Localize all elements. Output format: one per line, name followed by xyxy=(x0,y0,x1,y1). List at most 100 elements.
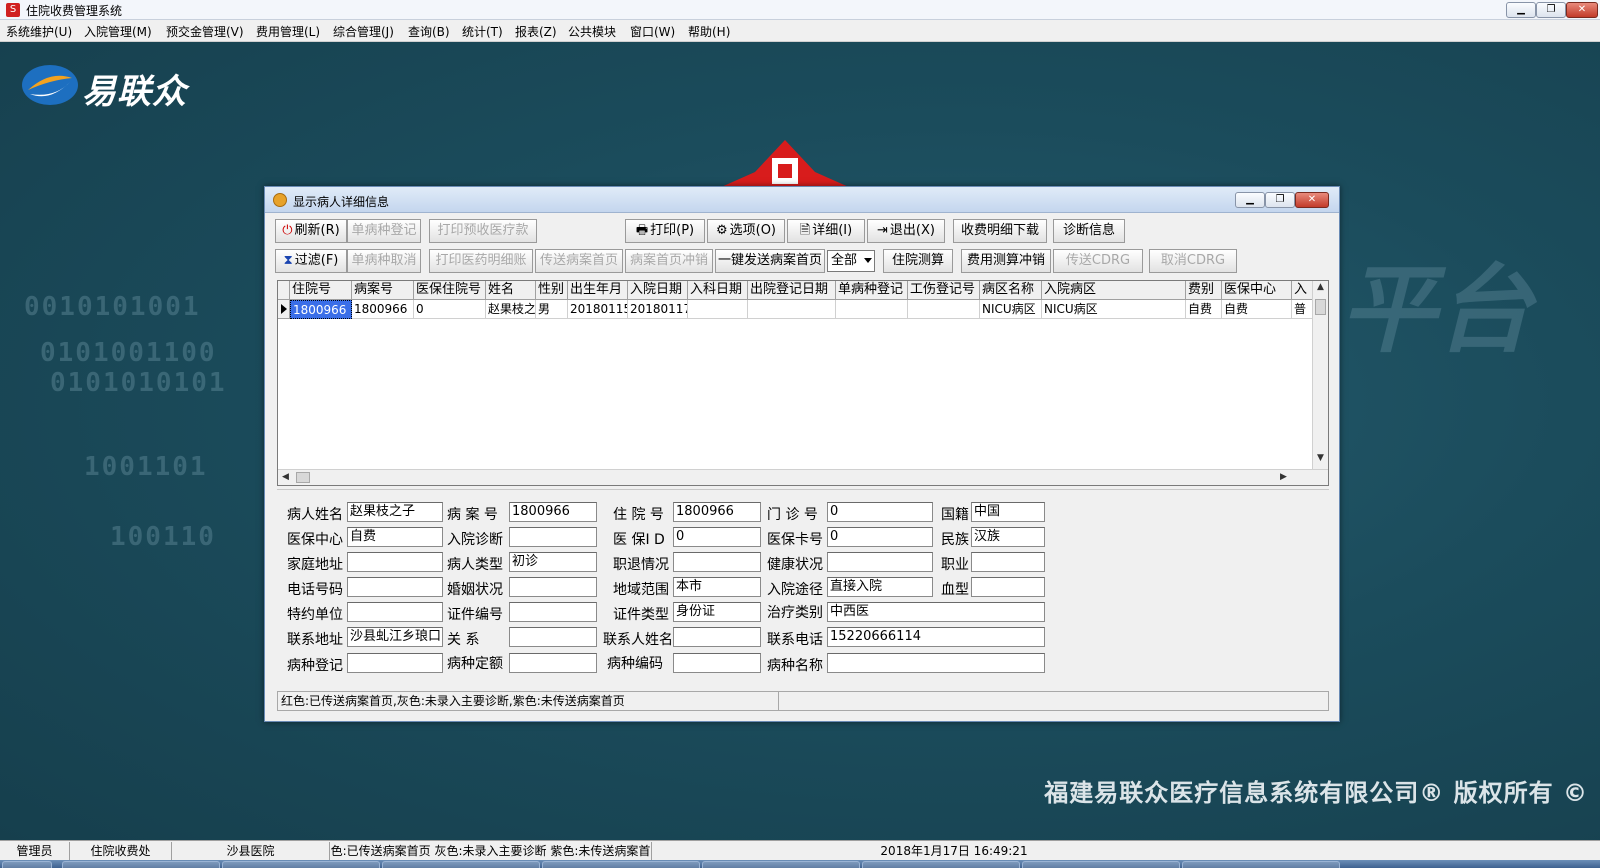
dialog-maximize-button[interactable]: ❐ xyxy=(1265,192,1295,208)
single-disease-cancel-button[interactable]: 单病种取消 xyxy=(347,249,421,273)
fee-download-button[interactable]: 收费明细下载 xyxy=(953,219,1047,243)
contact-address-field[interactable]: 沙县虬江乡琅口 xyxy=(347,627,443,647)
patient-name-field[interactable]: 赵果枝之子 xyxy=(347,502,443,522)
grid-cell[interactable]: 自费 xyxy=(1222,300,1292,319)
menu-general[interactable]: 综合管理(J) xyxy=(333,23,394,40)
insurance-center-field[interactable]: 自费 xyxy=(347,527,443,547)
horizontal-scroll-thumb[interactable] xyxy=(296,472,310,483)
cancel-cdrg-button[interactable]: 取消CDRG xyxy=(1149,249,1237,273)
column-header[interactable]: 入院日期 xyxy=(628,281,688,300)
column-header[interactable]: 病案号 xyxy=(352,281,414,300)
grid-cell[interactable] xyxy=(748,300,836,319)
grid-cell[interactable]: 20180115 xyxy=(568,300,628,319)
column-header[interactable]: 医保住院号 xyxy=(414,281,486,300)
disease-code-field[interactable] xyxy=(673,653,761,673)
grid-cell[interactable]: 20180117 xyxy=(628,300,688,319)
start-button[interactable] xyxy=(2,861,52,868)
taskbar-app-button[interactable] xyxy=(702,861,860,868)
refresh-button[interactable]: ⏻ 刷新(R) xyxy=(275,219,347,243)
treatment-type-field[interactable]: 中西医 xyxy=(827,602,1045,622)
print-prepay-button[interactable]: 打印预收医疗款 xyxy=(429,219,537,243)
column-header[interactable]: 性别 xyxy=(536,281,568,300)
menu-system[interactable]: 系统维护(U) xyxy=(6,23,72,40)
column-header[interactable]: 姓名 xyxy=(486,281,536,300)
record-no-field[interactable]: 1800966 xyxy=(509,502,597,522)
home-address-field[interactable] xyxy=(347,552,443,572)
dialog-close-button[interactable]: ✕ xyxy=(1295,192,1329,208)
relation-field[interactable] xyxy=(509,627,597,647)
taskbar-app-button[interactable] xyxy=(1182,861,1340,868)
print-drug-detail-button[interactable]: 打印医药明细账 xyxy=(429,249,533,273)
health-field[interactable] xyxy=(827,552,933,572)
menu-window[interactable]: 窗口(W) xyxy=(630,23,675,40)
column-header[interactable]: 住院号 xyxy=(290,281,352,300)
exit-button[interactable]: ⇥ 退出(X) xyxy=(867,219,945,243)
column-header[interactable]: 入院病区 xyxy=(1042,281,1186,300)
grid-cell[interactable]: 1800966 xyxy=(290,300,352,319)
send-record-home-button[interactable]: 传送病案首页 xyxy=(535,249,623,273)
ethnicity-field[interactable]: 汉族 xyxy=(971,527,1045,547)
minimize-button[interactable]: ▁ xyxy=(1506,2,1536,18)
close-button[interactable]: ✕ xyxy=(1566,2,1598,18)
occupation-field[interactable] xyxy=(971,552,1045,572)
column-header[interactable]: 入 xyxy=(1292,281,1314,300)
print-button[interactable]: 🖶 打印(P) xyxy=(625,219,705,243)
detail-button[interactable]: 🗎 详细(I) xyxy=(787,219,865,243)
fee-calc-reverse-button[interactable]: 费用测算冲销 xyxy=(961,249,1051,273)
vertical-scroll-thumb[interactable] xyxy=(1315,299,1326,315)
grid-cell[interactable]: NICU病区 xyxy=(1042,300,1186,319)
column-header[interactable]: 医保中心 xyxy=(1222,281,1292,300)
scroll-left-icon[interactable]: ◀ xyxy=(282,472,289,482)
menu-help[interactable]: 帮助(H) xyxy=(688,23,730,40)
send-cdrg-button[interactable]: 传送CDRG xyxy=(1053,249,1143,273)
column-header[interactable]: 费别 xyxy=(1186,281,1222,300)
blood-type-field[interactable] xyxy=(971,577,1045,597)
scope-select[interactable]: 全部 xyxy=(827,250,875,272)
admit-diagnosis-field[interactable] xyxy=(509,527,597,547)
grid-cell[interactable] xyxy=(836,300,908,319)
row-indicator[interactable] xyxy=(278,300,290,319)
taskbar-app-button[interactable] xyxy=(222,861,380,868)
retirement-field[interactable] xyxy=(673,552,761,572)
admit-route-field[interactable]: 直接入院 xyxy=(827,577,933,597)
scroll-down-icon[interactable]: ▼ xyxy=(1317,453,1324,463)
scroll-right-icon[interactable]: ▶ xyxy=(1280,472,1287,482)
column-header[interactable]: 出生年月 xyxy=(568,281,628,300)
one-click-send-button[interactable]: 一键发送病案首页 xyxy=(715,249,825,273)
column-header[interactable]: 单病种登记 xyxy=(836,281,908,300)
insurance-id-field[interactable]: 0 xyxy=(673,527,761,547)
phone-field[interactable] xyxy=(347,577,443,597)
hospital-calc-button[interactable]: 住院测算 xyxy=(883,249,953,273)
record-home-reverse-button[interactable]: 病案首页冲销 xyxy=(625,249,713,273)
disease-name-field[interactable] xyxy=(827,653,1045,673)
vertical-scrollbar[interactable]: ▲ ▼ xyxy=(1312,281,1328,469)
grid-cell[interactable]: 自费 xyxy=(1186,300,1222,319)
column-header[interactable]: 出院登记日期 xyxy=(748,281,836,300)
contact-phone-field[interactable]: 15220666114 xyxy=(827,627,1045,647)
taskbar-app-button[interactable] xyxy=(862,861,1020,868)
marital-field[interactable] xyxy=(509,577,597,597)
cert-type-field[interactable]: 身份证 xyxy=(673,602,761,622)
menu-prepay[interactable]: 预交金管理(V) xyxy=(166,23,244,40)
grid-cell[interactable]: 男 xyxy=(536,300,568,319)
grid-cell[interactable]: 1800966 xyxy=(352,300,414,319)
grid-cell[interactable]: NICU病区 xyxy=(980,300,1042,319)
dialog-minimize-button[interactable]: ▁ xyxy=(1235,192,1265,208)
region-field[interactable]: 本市 xyxy=(673,577,761,597)
nationality-field[interactable]: 中国 xyxy=(971,502,1045,522)
disease-quota-field[interactable] xyxy=(509,653,597,673)
menu-admission[interactable]: 入院管理(M) xyxy=(84,23,152,40)
inpatient-no-field[interactable]: 1800966 xyxy=(673,502,761,522)
column-header[interactable]: 病区名称 xyxy=(980,281,1042,300)
horizontal-scrollbar[interactable]: ◀ ▶ xyxy=(278,469,1328,485)
grid-cell[interactable] xyxy=(688,300,748,319)
grid-cell[interactable] xyxy=(908,300,980,319)
column-header[interactable]: 工伤登记号 xyxy=(908,281,980,300)
filter-button[interactable]: ⧗ 过滤(F) xyxy=(275,249,347,273)
taskbar-app-button[interactable] xyxy=(542,861,700,868)
menu-reports[interactable]: 报表(Z) xyxy=(515,23,557,40)
maximize-button[interactable]: ❐ xyxy=(1536,2,1566,18)
outpatient-no-field[interactable]: 0 xyxy=(827,502,933,522)
menu-query[interactable]: 查询(B) xyxy=(408,23,450,40)
menu-fees[interactable]: 费用管理(L) xyxy=(256,23,320,40)
